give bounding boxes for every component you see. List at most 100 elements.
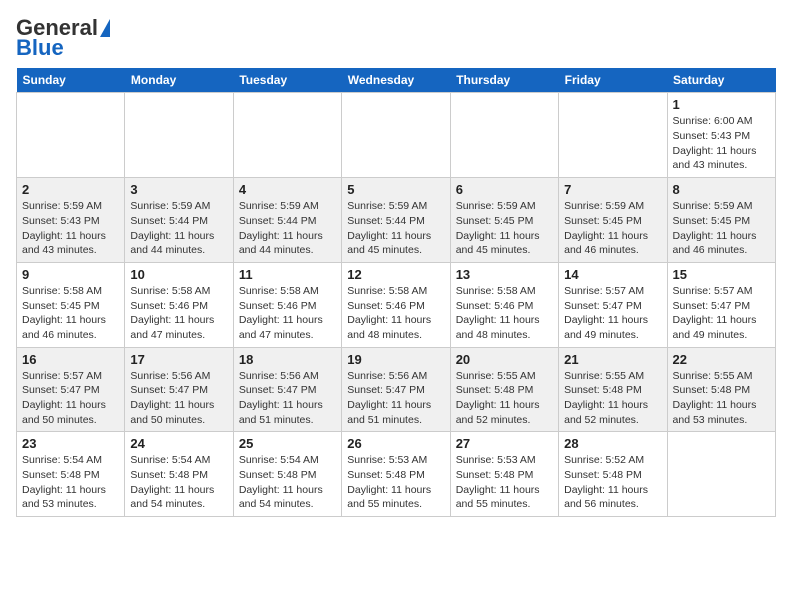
day-info: Sunrise: 5:59 AM Sunset: 5:44 PM Dayligh… (239, 199, 336, 258)
day-number: 23 (22, 436, 119, 451)
col-header-thursday: Thursday (450, 68, 558, 93)
day-info: Sunrise: 5:59 AM Sunset: 5:45 PM Dayligh… (456, 199, 553, 258)
day-info: Sunrise: 5:55 AM Sunset: 5:48 PM Dayligh… (564, 369, 661, 428)
day-number: 19 (347, 352, 444, 367)
day-info: Sunrise: 5:58 AM Sunset: 5:46 PM Dayligh… (456, 284, 553, 343)
calendar-cell: 20 Sunrise: 5:55 AM Sunset: 5:48 PM Dayli… (450, 347, 558, 432)
day-number: 4 (239, 182, 336, 197)
day-number: 3 (130, 182, 227, 197)
day-number: 20 (456, 352, 553, 367)
day-number: 14 (564, 267, 661, 282)
day-number: 21 (564, 352, 661, 367)
day-number: 1 (673, 97, 770, 112)
calendar-cell: 1Sunrise: 6:00 AM Sunset: 5:43 PM Daylig… (667, 93, 775, 178)
day-number: 27 (456, 436, 553, 451)
day-info: Sunrise: 5:56 AM Sunset: 5:47 PM Dayligh… (130, 369, 227, 428)
day-number: 6 (456, 182, 553, 197)
col-header-saturday: Saturday (667, 68, 775, 93)
calendar-week-row: 16 Sunrise: 5:57 AM Sunset: 5:47 PM Dayli… (17, 347, 776, 432)
calendar-cell: 12 Sunrise: 5:58 AM Sunset: 5:46 PM Dayli… (342, 262, 450, 347)
calendar-header-row: SundayMondayTuesdayWednesdayThursdayFrid… (17, 68, 776, 93)
day-info: Sunrise: 5:57 AM Sunset: 5:47 PM Dayligh… (22, 369, 119, 428)
calendar-cell: 19 Sunrise: 5:56 AM Sunset: 5:47 PM Dayli… (342, 347, 450, 432)
day-number: 13 (456, 267, 553, 282)
day-number: 28 (564, 436, 661, 451)
col-header-tuesday: Tuesday (233, 68, 341, 93)
day-info: Sunrise: 5:55 AM Sunset: 5:48 PM Dayligh… (456, 369, 553, 428)
calendar-cell: 23Sunrise: 5:54 AM Sunset: 5:48 PM Dayli… (17, 432, 125, 517)
calendar-cell: 24Sunrise: 5:54 AM Sunset: 5:48 PM Dayli… (125, 432, 233, 517)
calendar-cell (559, 93, 667, 178)
calendar-week-row: 9 Sunrise: 5:58 AM Sunset: 5:45 PM Daylig… (17, 262, 776, 347)
calendar-cell: 14 Sunrise: 5:57 AM Sunset: 5:47 PM Dayli… (559, 262, 667, 347)
day-info: Sunrise: 5:56 AM Sunset: 5:47 PM Dayligh… (347, 369, 444, 428)
day-info: Sunrise: 5:55 AM Sunset: 5:48 PM Dayligh… (673, 369, 770, 428)
day-number: 2 (22, 182, 119, 197)
calendar-cell: 27 Sunrise: 5:53 AM Sunset: 5:48 PM Dayli… (450, 432, 558, 517)
day-info: Sunrise: 5:58 AM Sunset: 5:46 PM Dayligh… (239, 284, 336, 343)
day-info: Sunrise: 5:59 AM Sunset: 5:44 PM Dayligh… (130, 199, 227, 258)
calendar-cell (450, 93, 558, 178)
calendar-cell: 8 Sunrise: 5:59 AM Sunset: 5:45 PM Daylig… (667, 178, 775, 263)
calendar-cell (125, 93, 233, 178)
calendar-cell: 11Sunrise: 5:58 AM Sunset: 5:46 PM Dayli… (233, 262, 341, 347)
day-info: Sunrise: 5:57 AM Sunset: 5:47 PM Dayligh… (564, 284, 661, 343)
day-info: Sunrise: 5:57 AM Sunset: 5:47 PM Dayligh… (673, 284, 770, 343)
calendar-cell: 16 Sunrise: 5:57 AM Sunset: 5:47 PM Dayli… (17, 347, 125, 432)
day-number: 26 (347, 436, 444, 451)
day-info: Sunrise: 5:53 AM Sunset: 5:48 PM Dayligh… (456, 453, 553, 512)
calendar-cell: 3 Sunrise: 5:59 AM Sunset: 5:44 PM Daylig… (125, 178, 233, 263)
day-number: 7 (564, 182, 661, 197)
calendar-cell: 6 Sunrise: 5:59 AM Sunset: 5:45 PM Daylig… (450, 178, 558, 263)
day-info: Sunrise: 5:54 AM Sunset: 5:48 PM Dayligh… (239, 453, 336, 512)
day-info: Sunrise: 5:56 AM Sunset: 5:47 PM Dayligh… (239, 369, 336, 428)
calendar-cell (667, 432, 775, 517)
day-number: 15 (673, 267, 770, 282)
calendar-week-row: 1Sunrise: 6:00 AM Sunset: 5:43 PM Daylig… (17, 93, 776, 178)
day-info: Sunrise: 5:53 AM Sunset: 5:48 PM Dayligh… (347, 453, 444, 512)
calendar-cell: 7 Sunrise: 5:59 AM Sunset: 5:45 PM Daylig… (559, 178, 667, 263)
logo-blue: Blue (16, 36, 64, 60)
day-number: 18 (239, 352, 336, 367)
col-header-wednesday: Wednesday (342, 68, 450, 93)
calendar-cell: 15 Sunrise: 5:57 AM Sunset: 5:47 PM Dayli… (667, 262, 775, 347)
col-header-monday: Monday (125, 68, 233, 93)
calendar-cell: 25 Sunrise: 5:54 AM Sunset: 5:48 PM Dayli… (233, 432, 341, 517)
calendar-cell (342, 93, 450, 178)
calendar-cell: 4 Sunrise: 5:59 AM Sunset: 5:44 PM Daylig… (233, 178, 341, 263)
day-info: Sunrise: 5:52 AM Sunset: 5:48 PM Dayligh… (564, 453, 661, 512)
calendar-week-row: 2 Sunrise: 5:59 AM Sunset: 5:43 PM Daylig… (17, 178, 776, 263)
calendar-cell: 5 Sunrise: 5:59 AM Sunset: 5:44 PM Daylig… (342, 178, 450, 263)
logo: General Blue (16, 16, 110, 60)
calendar-cell: 10 Sunrise: 5:58 AM Sunset: 5:46 PM Dayli… (125, 262, 233, 347)
day-info: Sunrise: 5:58 AM Sunset: 5:46 PM Dayligh… (347, 284, 444, 343)
calendar-cell: 18 Sunrise: 5:56 AM Sunset: 5:47 PM Dayli… (233, 347, 341, 432)
calendar-cell: 22Sunrise: 5:55 AM Sunset: 5:48 PM Dayli… (667, 347, 775, 432)
day-info: Sunrise: 5:59 AM Sunset: 5:44 PM Dayligh… (347, 199, 444, 258)
day-number: 5 (347, 182, 444, 197)
day-number: 16 (22, 352, 119, 367)
col-header-friday: Friday (559, 68, 667, 93)
day-number: 10 (130, 267, 227, 282)
calendar-cell (233, 93, 341, 178)
calendar-cell: 21 Sunrise: 5:55 AM Sunset: 5:48 PM Dayli… (559, 347, 667, 432)
logo-triangle-icon (100, 19, 110, 37)
day-info: Sunrise: 5:58 AM Sunset: 5:45 PM Dayligh… (22, 284, 119, 343)
day-info: Sunrise: 5:59 AM Sunset: 5:45 PM Dayligh… (564, 199, 661, 258)
calendar-week-row: 23 Sunrise: 5:54 AM Sunset: 5:48 PM Dayli… (17, 432, 776, 517)
calendar-cell: 28 Sunrise: 5:52 AM Sunset: 5:48 PM Dayli… (559, 432, 667, 517)
calendar-cell: 26 Sunrise: 5:53 AM Sunset: 5:48 PM Dayli… (342, 432, 450, 517)
calendar-cell: 2 Sunrise: 5:59 AM Sunset: 5:43 PM Daylig… (17, 178, 125, 263)
col-header-sunday: Sunday (17, 68, 125, 93)
day-number: 9 (22, 267, 119, 282)
day-number: 8 (673, 182, 770, 197)
day-info: Sunrise: 5:58 AM Sunset: 5:46 PM Dayligh… (130, 284, 227, 343)
calendar-table: SundayMondayTuesdayWednesdayThursdayFrid… (16, 68, 776, 517)
calendar-cell: 9 Sunrise: 5:58 AM Sunset: 5:45 PM Daylig… (17, 262, 125, 347)
day-info: Sunrise: 5:59 AM Sunset: 5:43 PM Dayligh… (22, 199, 119, 258)
day-info: Sunrise: 5:59 AM Sunset: 5:45 PM Dayligh… (673, 199, 770, 258)
calendar-cell: 17Sunrise: 5:56 AM Sunset: 5:47 PM Dayli… (125, 347, 233, 432)
day-number: 12 (347, 267, 444, 282)
day-number: 25 (239, 436, 336, 451)
calendar-cell (17, 93, 125, 178)
